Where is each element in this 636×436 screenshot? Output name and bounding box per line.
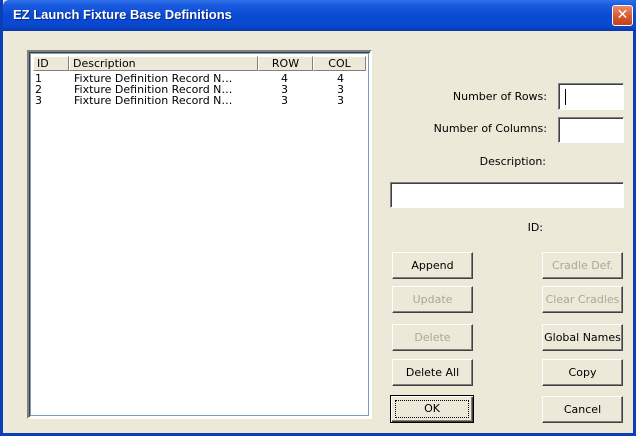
- cell-col: 3: [337, 94, 344, 107]
- column-header-col[interactable]: COL: [313, 56, 366, 71]
- clear-cradles-button[interactable]: Clear Cradles: [542, 286, 623, 313]
- column-header-id[interactable]: ID: [33, 56, 69, 71]
- delete-button[interactable]: Delete: [392, 324, 473, 351]
- list-rows: 1 Fixture Definition Record N… 4 4 2 Fix…: [33, 73, 366, 106]
- title-bar[interactable]: EZ Launch Fixture Base Definitions ✕: [3, 0, 636, 31]
- columns-input[interactable]: [558, 117, 624, 143]
- global-names-button[interactable]: Global Names: [542, 324, 623, 351]
- close-icon[interactable]: ✕: [612, 5, 633, 26]
- delete-all-button[interactable]: Delete All: [392, 359, 473, 386]
- description-input[interactable]: [390, 182, 624, 208]
- list-header: ID Description ROW COL: [33, 56, 366, 71]
- rows-label: Number of Rows:: [452, 90, 547, 103]
- column-header-row[interactable]: ROW: [258, 56, 313, 71]
- rows-input[interactable]: [558, 83, 624, 110]
- columns-label: Number of Columns:: [433, 122, 547, 135]
- id-label: ID:: [527, 221, 543, 234]
- cell-description: Fixture Definition Record N…: [74, 94, 233, 107]
- cancel-button[interactable]: Cancel: [542, 396, 623, 423]
- table-row[interactable]: 3 Fixture Definition Record N… 3 3: [33, 95, 366, 106]
- cell-id: 3: [35, 94, 42, 107]
- cell-row: 3: [281, 94, 288, 107]
- update-button[interactable]: Update: [392, 286, 473, 313]
- cradle-def-button[interactable]: Cradle Def.: [542, 252, 623, 279]
- text-caret: [565, 89, 566, 105]
- fixture-list-frame: [30, 53, 369, 416]
- copy-button[interactable]: Copy: [542, 359, 623, 386]
- description-label: Description:: [479, 155, 546, 168]
- column-header-description[interactable]: Description: [69, 56, 258, 71]
- ok-button[interactable]: OK: [390, 395, 474, 423]
- window-title: EZ Launch Fixture Base Definitions: [13, 7, 232, 22]
- append-button[interactable]: Append: [392, 252, 473, 279]
